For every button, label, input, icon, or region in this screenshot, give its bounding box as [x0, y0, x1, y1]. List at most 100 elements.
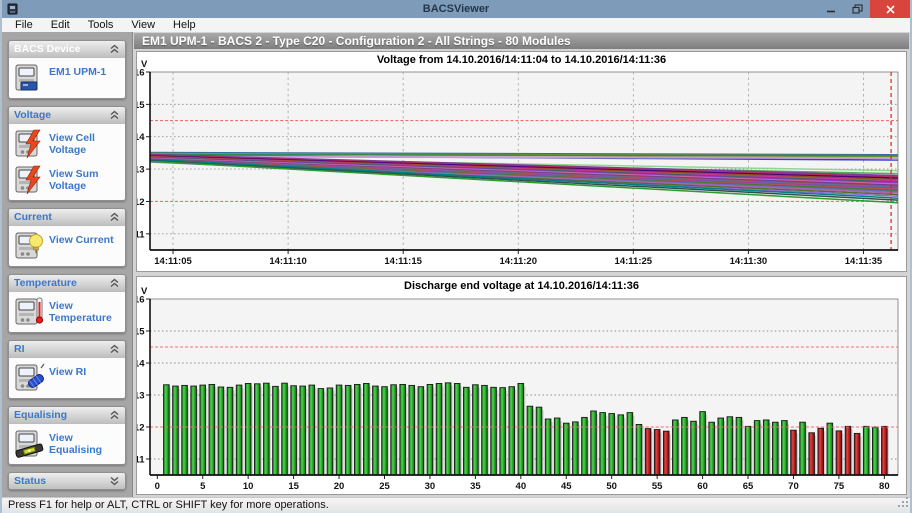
module-bar [236, 385, 242, 475]
module-bar [227, 387, 233, 475]
module-bar-alarm [836, 431, 842, 475]
module-bar [164, 385, 170, 475]
module-bar-alarm [818, 428, 824, 475]
sidebar-item-view-sum-voltage[interactable]: View Sum Voltage [9, 162, 125, 198]
sidebar-item-view-current[interactable]: View Current [9, 228, 125, 264]
y-tick-label: 15 [137, 327, 145, 338]
menu-edit[interactable]: Edit [42, 19, 79, 31]
ri-icon [13, 362, 45, 394]
y-tick-label: 14 [137, 132, 145, 143]
module-bar [218, 387, 224, 475]
module-bar [318, 389, 324, 475]
sidebar-section-current-header[interactable]: Current [9, 209, 125, 225]
x-tick-label: 14:11:20 [499, 256, 537, 267]
sidebar-section-bacs-device-header[interactable]: BACS Device [9, 41, 125, 57]
module-bar [682, 417, 688, 475]
bacsviewer-window: BACSViewer FileEditToolsViewHelp BACS De… [0, 0, 912, 513]
section-title: Status [14, 475, 46, 487]
sidebar-section-status-header[interactable]: Status [9, 473, 125, 489]
y-tick-label: 11 [137, 229, 145, 240]
section-body: View Current [9, 225, 125, 266]
module-bar [782, 421, 788, 475]
module-bar [173, 386, 179, 475]
maximize-button[interactable] [844, 0, 870, 18]
module-bar [600, 413, 606, 475]
module-bar [291, 386, 297, 475]
sidebar-section-equalising-header[interactable]: Equalising [9, 407, 125, 423]
x-tick-label: 60 [697, 481, 708, 492]
module-bar [182, 385, 188, 475]
section-title: Current [14, 211, 52, 223]
module-bar [264, 383, 270, 475]
sidebar-section-equalising: Equalising View Equalising [8, 406, 126, 465]
module-bar [382, 387, 388, 475]
sidebar-item-em1-upm-1[interactable]: EM1 UPM-1 [9, 60, 125, 96]
module-bar [373, 386, 379, 475]
module-bar-alarm [791, 430, 797, 475]
module-bar [536, 407, 542, 475]
module-bar [463, 387, 469, 475]
sidebar-item-label: EM1 UPM-1 [49, 66, 106, 78]
sidebar-item-label: View Equalising [49, 432, 123, 456]
module-bar [300, 386, 306, 475]
chart-title: Discharge end voltage at 14.10.2016/14:1… [404, 280, 639, 292]
module-bar [200, 385, 206, 475]
x-tick-label: 14:11:15 [384, 256, 422, 267]
sidebar-item-view-cell-voltage[interactable]: View Cell Voltage [9, 126, 125, 162]
close-button[interactable] [870, 0, 910, 18]
module-bar [863, 426, 869, 475]
discharge-bar-chart-panel: 111213141516VDischarge end voltage at 14… [136, 276, 907, 495]
y-axis-unit: V [141, 59, 148, 70]
menu-view[interactable]: View [122, 19, 164, 31]
module-bar [273, 386, 279, 475]
sidebar-item-view-equalising[interactable]: View Equalising [9, 426, 125, 462]
sidebar-section-ri-header[interactable]: RI [9, 341, 125, 357]
section-title: BACS Device [14, 43, 81, 55]
chevron-double-up-icon [109, 44, 120, 54]
temperature-icon [13, 296, 45, 328]
sidebar-section-voltage-header[interactable]: Voltage [9, 107, 125, 123]
chevron-double-up-icon [109, 278, 120, 288]
sidebar-item-label: View Cell Voltage [49, 132, 123, 156]
module-bar [736, 417, 742, 475]
chart-title: Voltage from 14.10.2016/14:11:04 to 14.1… [377, 54, 666, 66]
voltage-line-chart[interactable]: 111213141516VVoltage from 14.10.2016/14:… [137, 52, 906, 271]
sidebar-item-view-ri[interactable]: View RI [9, 360, 125, 396]
module-bar-alarm [645, 429, 651, 475]
x-tick-label: 70 [788, 481, 799, 492]
module-bar [336, 385, 342, 475]
sidebar-section-temperature-header[interactable]: Temperature [9, 275, 125, 291]
sidebar-section-ri: RI View RI [8, 340, 126, 399]
y-tick-label: 14 [137, 359, 145, 370]
menu-help[interactable]: Help [164, 19, 205, 31]
module-bar [745, 426, 751, 475]
menu-file[interactable]: File [6, 19, 42, 31]
x-tick-label: 55 [652, 481, 663, 492]
module-bar [482, 385, 488, 475]
x-tick-label: 14:11:30 [730, 256, 768, 267]
x-tick-label: 15 [288, 481, 299, 492]
module-bar [436, 383, 442, 475]
sidebar-section-status: Status [8, 472, 126, 490]
module-bar-alarm [854, 433, 860, 475]
sidebar-item-label: View Temperature [49, 300, 123, 324]
module-bar [391, 385, 397, 475]
module-bar [409, 385, 415, 475]
module-bar [827, 423, 833, 475]
module-bar [454, 383, 460, 475]
sidebar-item-view-temperature[interactable]: View Temperature [9, 294, 125, 330]
resize-grip[interactable] [897, 496, 909, 512]
x-tick-label: 40 [516, 481, 527, 492]
titlebar[interactable]: BACSViewer [2, 0, 910, 18]
x-tick-label: 10 [243, 481, 254, 492]
module-bar [191, 386, 197, 475]
sidebar-item-label: View Sum Voltage [49, 168, 123, 192]
discharge-bar-chart[interactable]: 111213141516VDischarge end voltage at 14… [137, 277, 906, 494]
menu-tools[interactable]: Tools [79, 19, 123, 31]
module-bar [691, 421, 697, 475]
module-bar [282, 383, 288, 475]
minimize-button[interactable] [818, 0, 844, 18]
sidebar-section-voltage: Voltage View Cell Voltage View Sum Voltage [8, 106, 126, 201]
sidebar-section-temperature: Temperature View Temperature [8, 274, 126, 333]
x-tick-label: 30 [425, 481, 436, 492]
